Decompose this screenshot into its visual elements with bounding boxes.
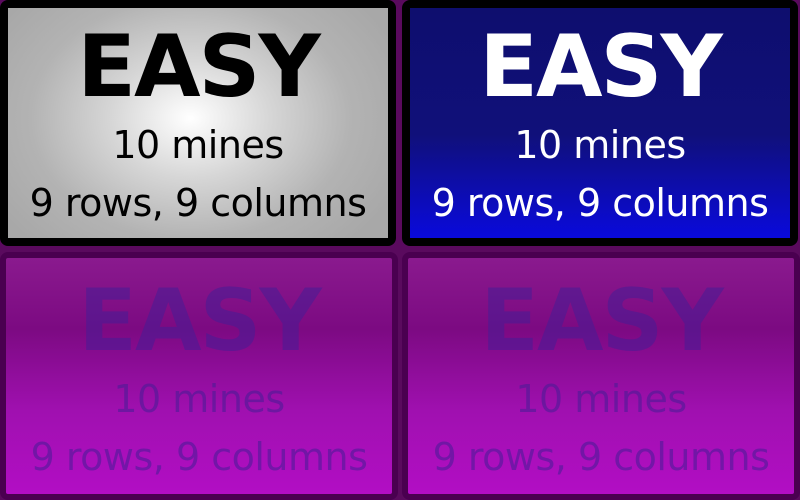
board-dimensions: 9 rows, 9 columns bbox=[431, 181, 769, 225]
board-dimensions: 9 rows, 9 columns bbox=[30, 435, 368, 479]
difficulty-tile-easy-disabled: EASY 10 mines 9 rows, 9 columns bbox=[402, 252, 800, 500]
mines-count: 10 mines bbox=[113, 377, 285, 421]
board-dimensions: 9 rows, 9 columns bbox=[432, 435, 770, 479]
difficulty-tile-easy-hover[interactable]: EASY 10 mines 9 rows, 9 columns bbox=[0, 0, 396, 246]
mines-count: 10 mines bbox=[514, 123, 686, 167]
mines-count: 10 mines bbox=[112, 123, 284, 167]
difficulty-title: EASY bbox=[77, 17, 321, 117]
difficulty-tile-easy-disabled: EASY 10 mines 9 rows, 9 columns bbox=[0, 252, 398, 500]
mines-count: 10 mines bbox=[515, 377, 687, 421]
difficulty-title: EASY bbox=[479, 17, 723, 117]
difficulty-title: EASY bbox=[78, 271, 322, 371]
difficulty-title: EASY bbox=[480, 271, 724, 371]
difficulty-grid: EASY 10 mines 9 rows, 9 columns EASY 10 … bbox=[0, 0, 800, 500]
difficulty-tile-easy-selected[interactable]: EASY 10 mines 9 rows, 9 columns bbox=[402, 0, 798, 246]
board-dimensions: 9 rows, 9 columns bbox=[29, 181, 367, 225]
